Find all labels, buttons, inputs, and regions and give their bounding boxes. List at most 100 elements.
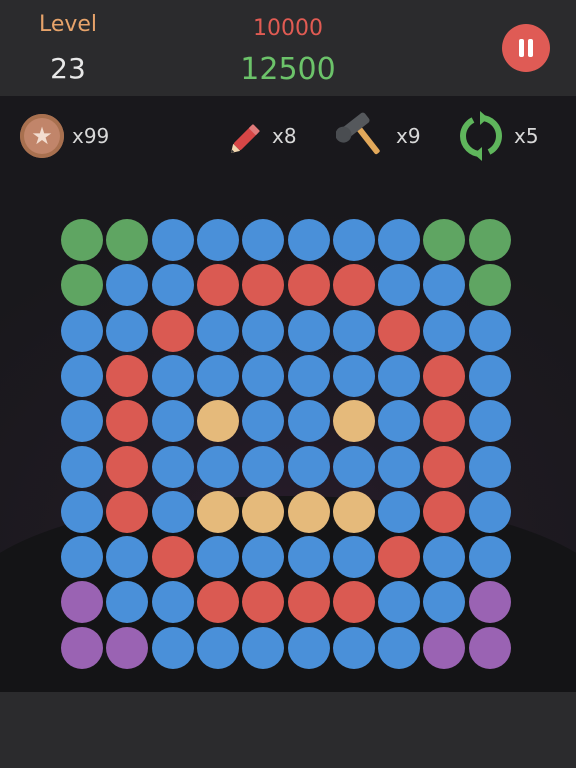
dot-r2-c6[interactable] [332,309,375,352]
dot-r8-c3[interactable] [196,581,239,624]
dot-r9-c6[interactable] [332,626,375,669]
dot-r7-c2[interactable] [151,536,194,579]
dot-r1-c0[interactable] [61,264,103,307]
dot-r4-c1[interactable] [106,400,149,443]
dot-r3-c1[interactable] [106,354,149,397]
dot-r9-c2[interactable] [151,626,194,669]
dot-r1-c4[interactable] [242,264,285,307]
dot-r9-c9[interactable] [468,626,511,669]
dot-r3-c6[interactable] [332,354,375,397]
dot-r4-c8[interactable] [423,400,466,443]
dot-r8-c8[interactable] [423,581,466,624]
dot-r7-c9[interactable] [468,536,511,579]
dot-r1-c7[interactable] [378,264,421,307]
dot-r1-c2[interactable] [151,264,194,307]
dot-r7-c5[interactable] [287,536,330,579]
dot-r9-c5[interactable] [287,626,330,669]
dot-r5-c4[interactable] [242,445,285,488]
dot-r5-c1[interactable] [106,445,149,488]
dot-r6-c2[interactable] [151,490,194,533]
dot-r8-c9[interactable] [468,581,511,624]
dot-r0-c3[interactable] [196,219,239,261]
dot-r5-c5[interactable] [287,445,330,488]
dot-r3-c9[interactable] [468,354,511,397]
dot-r4-c5[interactable] [287,400,330,443]
pause-button[interactable] [502,24,550,72]
dot-r2-c0[interactable] [61,309,103,352]
dot-r9-c0[interactable] [61,626,103,669]
dot-r2-c9[interactable] [468,309,511,352]
dot-r3-c5[interactable] [287,354,330,397]
dot-r0-c2[interactable] [151,219,194,261]
dot-r3-c2[interactable] [151,354,194,397]
dot-r0-c0[interactable] [61,219,103,261]
dot-r1-c3[interactable] [196,264,239,307]
dot-r8-c5[interactable] [287,581,330,624]
dot-r3-c0[interactable] [61,354,103,397]
dot-r9-c8[interactable] [423,626,466,669]
dot-r6-c9[interactable] [468,490,511,533]
dot-r5-c9[interactable] [468,445,511,488]
dot-r7-c3[interactable] [196,536,239,579]
dot-r3-c4[interactable] [242,354,285,397]
dot-r6-c7[interactable] [378,490,421,533]
dot-r8-c2[interactable] [151,581,194,624]
dot-r4-c4[interactable] [242,400,285,443]
dot-r9-c4[interactable] [242,626,285,669]
dot-r2-c7[interactable] [378,309,421,352]
dot-r8-c7[interactable] [378,581,421,624]
dot-r8-c1[interactable] [106,581,149,624]
dot-r6-c6[interactable] [332,490,375,533]
dot-r8-c4[interactable] [242,581,285,624]
dot-r2-c4[interactable] [242,309,285,352]
dot-r5-c7[interactable] [378,445,421,488]
shuffle-tool[interactable]: x5 [454,108,554,164]
dot-r5-c8[interactable] [423,445,466,488]
dot-r2-c2[interactable] [151,309,194,352]
dot-r4-c2[interactable] [151,400,194,443]
dot-r3-c8[interactable] [423,354,466,397]
dot-r1-c9[interactable] [468,264,511,307]
hammer-tool[interactable]: x9 [336,108,426,164]
dot-r1-c1[interactable] [106,264,149,307]
dot-r7-c0[interactable] [61,536,103,579]
dot-r6-c0[interactable] [61,490,103,533]
dot-r0-c1[interactable] [106,219,149,261]
dot-r4-c3[interactable] [196,400,239,443]
dot-r1-c8[interactable] [423,264,466,307]
dot-r1-c6[interactable] [332,264,375,307]
dot-r2-c3[interactable] [196,309,239,352]
dot-r6-c4[interactable] [242,490,285,533]
dot-r4-c6[interactable] [332,400,375,443]
dot-r2-c8[interactable] [423,309,466,352]
dot-r0-c5[interactable] [287,219,330,261]
dot-r5-c0[interactable] [61,445,103,488]
dot-r4-c7[interactable] [378,400,421,443]
dot-r5-c6[interactable] [332,445,375,488]
dot-r7-c8[interactable] [423,536,466,579]
dot-r1-c5[interactable] [287,264,330,307]
dot-r7-c7[interactable] [378,536,421,579]
dot-r6-c3[interactable] [196,490,239,533]
dot-r7-c4[interactable] [242,536,285,579]
dot-r9-c1[interactable] [106,626,149,669]
dot-r6-c1[interactable] [106,490,149,533]
dot-r0-c8[interactable] [423,219,466,261]
coin-tool[interactable]: ★ x99 [20,108,120,164]
dot-r0-c9[interactable] [468,219,511,261]
dot-r8-c6[interactable] [332,581,375,624]
dot-r3-c7[interactable] [378,354,421,397]
dot-r7-c6[interactable] [332,536,375,579]
dot-r7-c1[interactable] [106,536,149,579]
pencil-tool[interactable]: x8 [226,108,306,164]
dot-r0-c4[interactable] [242,219,285,261]
dot-r4-c9[interactable] [468,400,511,443]
dot-r2-c5[interactable] [287,309,330,352]
dot-r5-c3[interactable] [196,445,239,488]
dot-r4-c0[interactable] [61,400,103,443]
dot-r9-c7[interactable] [378,626,421,669]
dot-r6-c8[interactable] [423,490,466,533]
dot-r8-c0[interactable] [61,581,103,624]
dot-r0-c7[interactable] [378,219,421,261]
dot-r0-c6[interactable] [332,219,375,261]
